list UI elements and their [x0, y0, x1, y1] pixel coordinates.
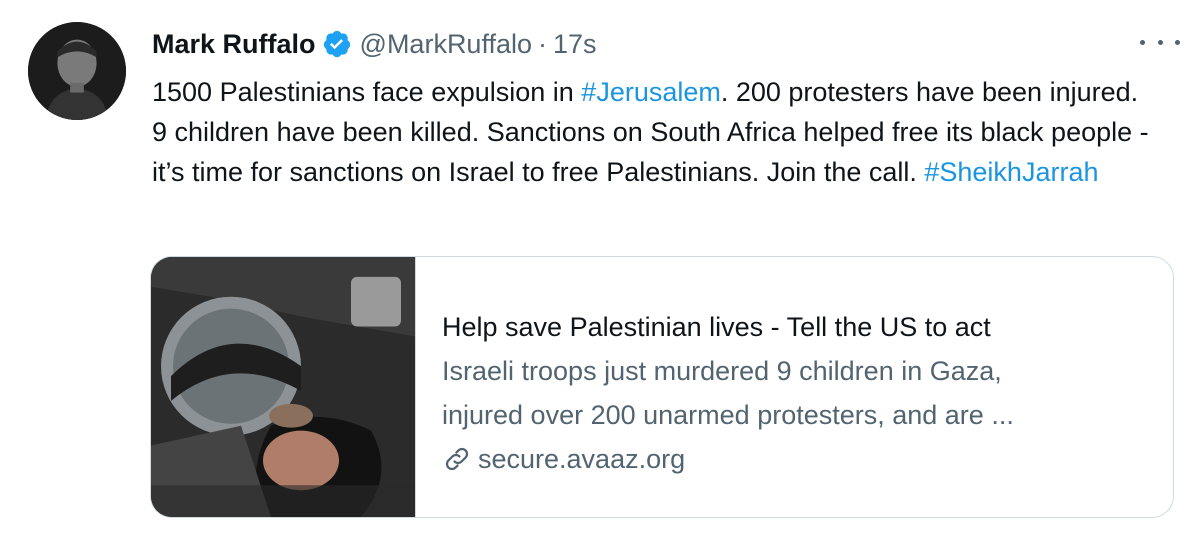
card-domain-text: secure.avaaz.org [478, 444, 686, 474]
verified-badge-icon [322, 29, 352, 59]
author-handle[interactable]: @MarkRuffalo [360, 29, 532, 60]
card-description-line: Israeli troops just murdered 9 children … [442, 356, 1002, 386]
tweet-timestamp[interactable]: 17s [553, 29, 597, 60]
author-name[interactable]: Mark Ruffalo [152, 29, 316, 60]
hashtag-sheikhjarrah[interactable]: #SheikhJarrah [924, 157, 1098, 187]
card-domain[interactable]: secure.avaaz.org [442, 437, 1014, 481]
avatar[interactable] [28, 22, 126, 120]
link-preview-card[interactable]: Help save Palestinian lives - Tell the U… [150, 256, 1174, 518]
separator-dot: · [538, 28, 547, 59]
card-content: Help save Palestinian lives - Tell the U… [416, 257, 1014, 517]
tweet-text: 1500 Palestinians face expulsion in #Jer… [152, 72, 1152, 192]
tweet-text-part: 1500 Palestinians face expulsion in [152, 77, 582, 107]
more-options-icon[interactable] [1140, 30, 1180, 54]
hashtag-jerusalem[interactable]: #Jerusalem [581, 77, 721, 107]
link-icon [442, 444, 472, 474]
tweet-header: Mark Ruffalo @MarkRuffalo · 17s [152, 24, 597, 64]
card-thumbnail [151, 257, 416, 517]
card-title[interactable]: Help save Palestinian lives - Tell the U… [442, 305, 1014, 349]
card-description-line: injured over 200 unarmed protesters, and… [442, 400, 1014, 430]
